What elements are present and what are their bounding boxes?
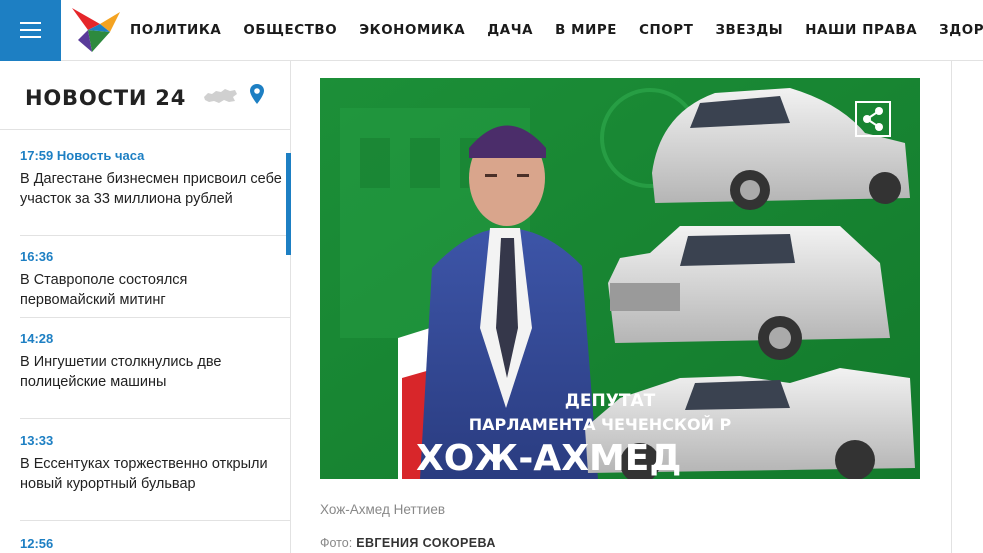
nav-item-rights[interactable]: НАШИ ПРАВА <box>805 23 917 38</box>
top-navigation-bar: ПОЛИТИКА ОБЩЕСТВО ЭКОНОМИКА ДАЧА В МИРЕ … <box>0 0 983 61</box>
hamburger-icon <box>20 22 41 24</box>
nav-item-health[interactable]: ЗДОРОВЬЕ <box>939 23 983 38</box>
hamburger-line <box>20 36 41 38</box>
sidebar-title: НОВОСТИ 24 <box>25 86 187 110</box>
news-item[interactable]: 12:56 <box>20 536 282 552</box>
active-item-indicator <box>286 153 291 255</box>
main-nav: ПОЛИТИКА ОБЩЕСТВО ЭКОНОМИКА ДАЧА В МИРЕ … <box>130 0 983 61</box>
news-time: 16:36 <box>20 249 54 264</box>
photo-credit: Фото: ЕВГЕНИЯ СОКОРЕВА <box>320 536 496 550</box>
article-photo[interactable]: ДЕПУТАТ ПАРЛАМЕНТА ЧЕЧЕНСКОЙ Р ХОЖ-АХМЕД <box>320 78 920 479</box>
news-sidebar: НОВОСТИ 24 17:59 Новость часа В Дагестан… <box>0 61 291 553</box>
divider <box>20 317 290 318</box>
content-border <box>951 61 952 553</box>
hamburger-menu-button[interactable] <box>0 0 61 61</box>
hamburger-line <box>20 29 41 31</box>
photo-text-line3: ХОЖ-АХМЕД <box>416 438 681 479</box>
nav-item-dacha[interactable]: ДАЧА <box>487 23 533 38</box>
divider <box>20 418 290 419</box>
news-item[interactable]: 13:33 В Ессентуках торжественно открыли … <box>20 433 282 494</box>
news-time: 13:33 <box>20 433 54 448</box>
russia-map-icon <box>204 89 237 103</box>
divider <box>20 520 290 521</box>
news-time: 14:28 <box>20 331 54 346</box>
nav-item-society[interactable]: ОБЩЕСТВО <box>243 23 337 38</box>
news-item[interactable]: 17:59 Новость часа В Дагестане бизнесмен… <box>20 148 282 209</box>
photo-text-line1: ДЕПУТАТ <box>565 391 656 411</box>
news-headline: В Ингушетии столкнулись две полицейские … <box>20 354 222 390</box>
news-headline: В Ессентуках торжественно открыли новый … <box>20 456 268 492</box>
news-headline: В Дагестане бизнесмен присвоил себе учас… <box>20 171 282 207</box>
news-time: 17:59 Новость часа <box>20 148 145 163</box>
nav-item-sport[interactable]: СПОРТ <box>639 23 693 38</box>
share-button[interactable] <box>855 101 891 137</box>
news-time: 12:56 <box>20 536 54 551</box>
photo-caption: Хож-Ахмед Неттиев <box>320 502 446 517</box>
nav-item-world[interactable]: В МИРЕ <box>555 23 617 38</box>
site-logo[interactable] <box>70 6 122 54</box>
sidebar-header: НОВОСТИ 24 <box>0 61 290 130</box>
news-item[interactable]: 14:28 В Ингушетии столкнулись две полице… <box>20 331 282 392</box>
map-pin-icon[interactable] <box>249 83 265 105</box>
nav-item-politics[interactable]: ПОЛИТИКА <box>130 23 221 38</box>
photo-credit-label: Фото: <box>320 536 353 550</box>
photo-text-line2: ПАРЛАМЕНТА ЧЕЧЕНСКОЙ Р <box>469 415 732 434</box>
photo-credit-name: ЕВГЕНИЯ СОКОРЕВА <box>356 536 496 550</box>
share-icon <box>863 107 883 131</box>
news-headline: В Ставрополе состоялся первомайский мити… <box>20 272 188 308</box>
nav-item-economy[interactable]: ЭКОНОМИКА <box>359 23 465 38</box>
nav-item-stars[interactable]: ЗВЕЗДЫ <box>715 23 783 38</box>
divider <box>20 235 290 236</box>
news-item[interactable]: 16:36 В Ставрополе состоялся первомайски… <box>20 249 282 310</box>
